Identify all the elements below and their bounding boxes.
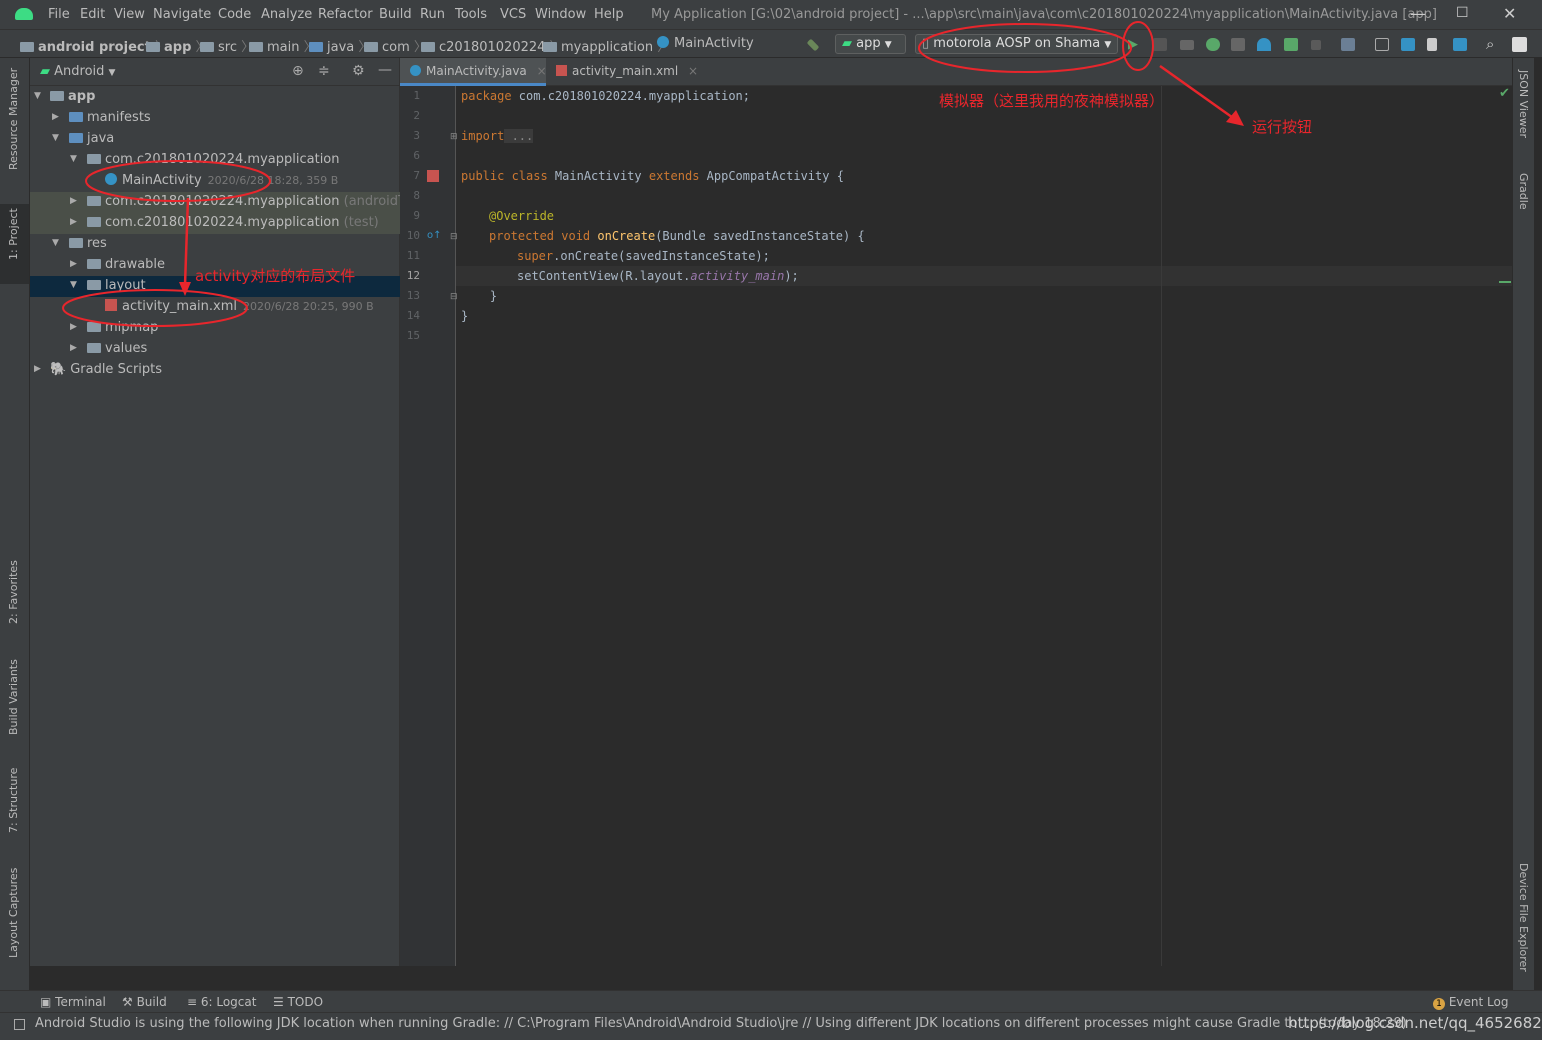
arrow-to-run-label	[1159, 64, 1237, 122]
status-message[interactable]: Android Studio is using the following JD…	[35, 1016, 1407, 1031]
arrow-head	[179, 282, 191, 296]
mainactivity-highlight-ellipse	[85, 160, 271, 202]
bottom-tool-bar: ▣ Terminal ⚒ Build ≡ 6: Logcat ☰ TODO 1 …	[0, 990, 1542, 1012]
csdn-watermark: https://blog.csdn.net/qq_46526828	[1288, 1014, 1542, 1032]
emulator-highlight-ellipse	[918, 23, 1132, 73]
terminal-icon: ▣	[40, 995, 56, 1009]
panel-toggle-icon[interactable]	[14, 1019, 25, 1030]
run-button-highlight-ellipse	[1122, 21, 1154, 71]
event-log-badge-icon: 1	[1433, 998, 1445, 1010]
tab-gradle[interactable]: Gradle	[1517, 173, 1530, 210]
right-tool-strip: JSON Viewer Gradle Device File Explorer	[1512, 58, 1534, 990]
tab-todo[interactable]: ☰ TODO	[273, 995, 323, 1009]
arrow-head	[1226, 110, 1244, 126]
emulator-annotation: 模拟器（这里我用的夜神模拟器）	[939, 92, 1165, 110]
tab-device-file-explorer[interactable]: Device File Explorer	[1517, 863, 1530, 972]
tab-terminal[interactable]: ▣ Terminal	[40, 995, 106, 1009]
logcat-icon: ≡	[187, 995, 201, 1009]
todo-icon: ☰	[273, 995, 288, 1009]
annotation-overlay	[62, 21, 1244, 327]
status-bar: Android Studio is using the following JD…	[0, 1012, 1542, 1040]
layout-file-highlight-ellipse	[62, 289, 248, 327]
run-button-annotation: 运行按钮	[1252, 118, 1313, 136]
tab-event-log[interactable]: 1 Event Log	[1433, 995, 1508, 1010]
hammer-icon: ⚒	[122, 995, 137, 1009]
arrow-to-layout-file	[183, 197, 190, 286]
layout-file-annotation: activity对应的布局文件	[195, 267, 356, 285]
tab-build[interactable]: ⚒ Build	[122, 995, 167, 1009]
tab-logcat[interactable]: ≡ 6: Logcat	[187, 995, 256, 1009]
tab-json-viewer[interactable]: JSON Viewer	[1517, 70, 1530, 138]
